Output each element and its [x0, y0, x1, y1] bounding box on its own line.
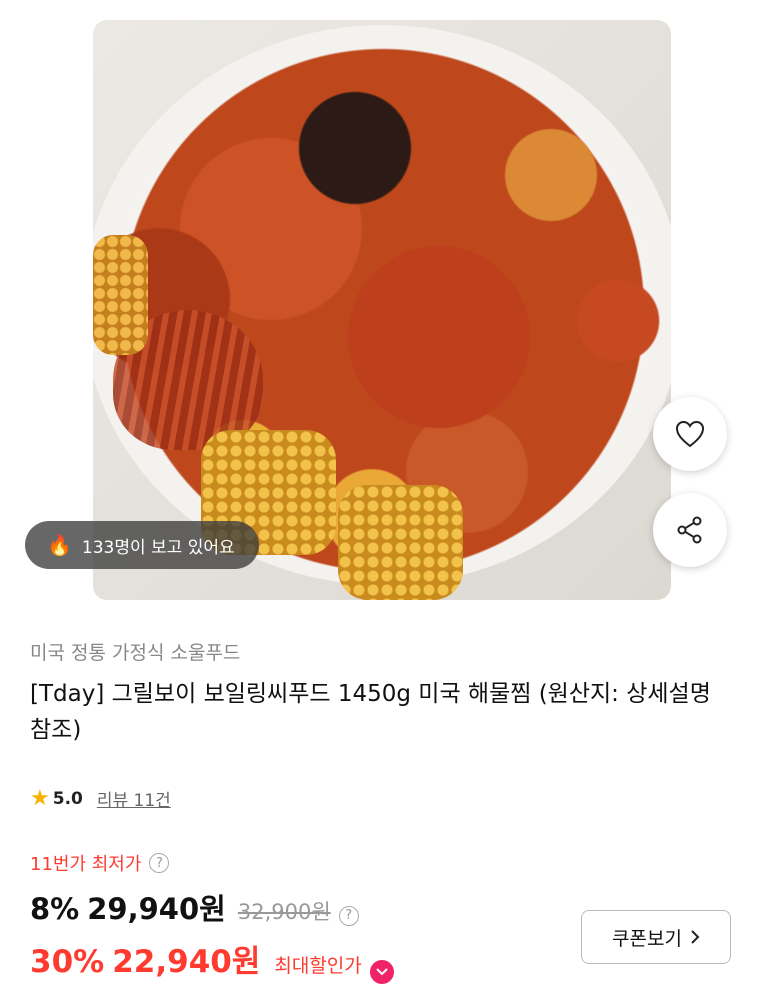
help-icon[interactable]: ? — [338, 905, 359, 926]
wishlist-button[interactable] — [653, 397, 727, 471]
sale-price: 29,940원 — [87, 892, 226, 926]
coupon-button-label: 쿠폰보기 — [612, 927, 682, 950]
discount-percent: 8% — [30, 892, 80, 926]
original-price: 32,900원 — [237, 900, 331, 924]
max-discount-label: 최대할인가 — [274, 955, 362, 977]
max-discount-row: 30% 22,940원 최대할인가 — [30, 936, 394, 984]
star-icon: ★ — [30, 786, 50, 811]
chevron-right-icon — [691, 930, 700, 944]
viewer-count-text: 133명이 보고 있어요 — [81, 537, 235, 558]
corn-graphic — [93, 235, 148, 355]
product-title: [Tday] 그릴보이 보일링씨푸드 1450g 미국 해물찜 (원산지: 상세… — [30, 681, 711, 743]
lowest-price-label-row: 11번가 최저가 ? — [30, 850, 170, 876]
seller-name[interactable]: 미국 정통 가정식 소울푸드 — [30, 638, 240, 665]
share-button[interactable] — [653, 493, 727, 567]
price-row: 8% 29,940원 32,900원 ? — [30, 886, 359, 928]
fire-icon: 🔥 — [47, 533, 72, 557]
help-icon[interactable]: ? — [149, 853, 170, 873]
viewer-count-badge: 🔥 133명이 보고 있어요 — [25, 521, 259, 569]
view-coupon-button[interactable]: 쿠폰보기 — [581, 910, 731, 964]
heart-icon — [675, 420, 705, 448]
product-image[interactable] — [93, 20, 671, 600]
rating-summary: ★ 5.0 리뷰 11건 — [30, 786, 171, 811]
max-discount-price: 22,940원 — [112, 944, 261, 980]
review-link[interactable]: 리뷰 11건 — [97, 786, 171, 811]
chevron-down-icon[interactable] — [369, 960, 394, 984]
rating-score: 5.0 — [52, 788, 83, 809]
share-icon — [677, 516, 702, 544]
lowest-price-label: 11번가 최저가 — [30, 854, 142, 875]
corn-graphic — [338, 485, 463, 600]
max-discount-percent: 30% — [30, 944, 105, 980]
